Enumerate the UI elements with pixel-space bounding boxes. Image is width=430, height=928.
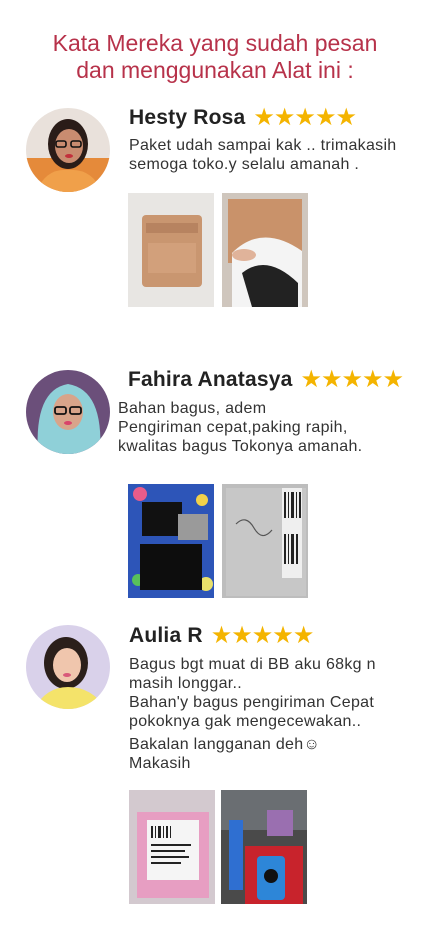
product-photo bbox=[221, 790, 307, 904]
testimonials-headline: Kata Mereka yang sudah pesan dan menggun… bbox=[0, 30, 430, 84]
star-rating: ★★★★★ bbox=[253, 104, 357, 131]
headline-line-1: Kata Mereka yang sudah pesan bbox=[52, 30, 378, 56]
headline-line-2: dan menggunakan Alat ini : bbox=[76, 57, 354, 83]
review-text: Bagus bgt muat di BB aku 68kg n masih lo… bbox=[129, 655, 376, 773]
review-line: Pengiriman cepat,paking rapih, bbox=[118, 419, 348, 436]
avatar-photo-hesty bbox=[26, 108, 110, 192]
review-line: Bahan bagus, adem bbox=[118, 400, 267, 417]
product-photo bbox=[128, 193, 214, 307]
avatar-photo-aulia bbox=[26, 625, 110, 709]
avatar-photo-fahira bbox=[26, 370, 110, 454]
review-header: Hesty Rosa ★★★★★ bbox=[129, 104, 357, 131]
star-rating: ★★★★★ bbox=[300, 366, 404, 393]
review-line: kwalitas bagus Tokonya amanah. bbox=[118, 438, 363, 455]
review-photo[interactable] bbox=[128, 484, 214, 598]
review-photo[interactable] bbox=[222, 484, 308, 598]
review-line: Bakalan langganan deh☺ bbox=[129, 736, 321, 753]
star-rating: ★★★★★ bbox=[210, 622, 315, 649]
product-photo bbox=[129, 790, 215, 904]
review-line: semoga toko.y selalu amanah . bbox=[129, 156, 360, 173]
reviewer-avatar bbox=[26, 108, 110, 192]
reviewer-name: Fahira Anatasya bbox=[128, 368, 293, 391]
reviewer-name: Hesty Rosa bbox=[129, 106, 246, 129]
review-text: Paket udah sampai kak .. trimakasih semo… bbox=[129, 136, 397, 174]
review-line: pokoknya gak mengecewakan.. bbox=[129, 713, 362, 730]
review-photo[interactable] bbox=[128, 193, 214, 307]
review-header: Fahira Anatasya ★★★★★ bbox=[128, 366, 404, 393]
review-photo[interactable] bbox=[221, 790, 307, 904]
reviewer-avatar bbox=[26, 625, 110, 709]
review-text: Bahan bagus, adem Pengiriman cepat,pakin… bbox=[118, 399, 362, 456]
product-photo bbox=[222, 484, 308, 598]
review-line: masih longgar.. bbox=[129, 675, 243, 692]
review-line: Bahan'y bagus pengiriman Cepat bbox=[129, 694, 375, 711]
product-photo bbox=[222, 193, 308, 307]
review-header: Aulia R ★★★★★ bbox=[129, 622, 315, 649]
review-line: Makasih bbox=[129, 755, 191, 772]
product-photo bbox=[128, 484, 214, 598]
reviewer-avatar bbox=[26, 370, 110, 454]
review-line: Bagus bgt muat di BB aku 68kg n bbox=[129, 656, 376, 673]
review-photo[interactable] bbox=[129, 790, 215, 904]
reviewer-name: Aulia R bbox=[129, 624, 203, 647]
review-photo[interactable] bbox=[222, 193, 308, 307]
review-line: Paket udah sampai kak .. trimakasih bbox=[129, 137, 397, 154]
